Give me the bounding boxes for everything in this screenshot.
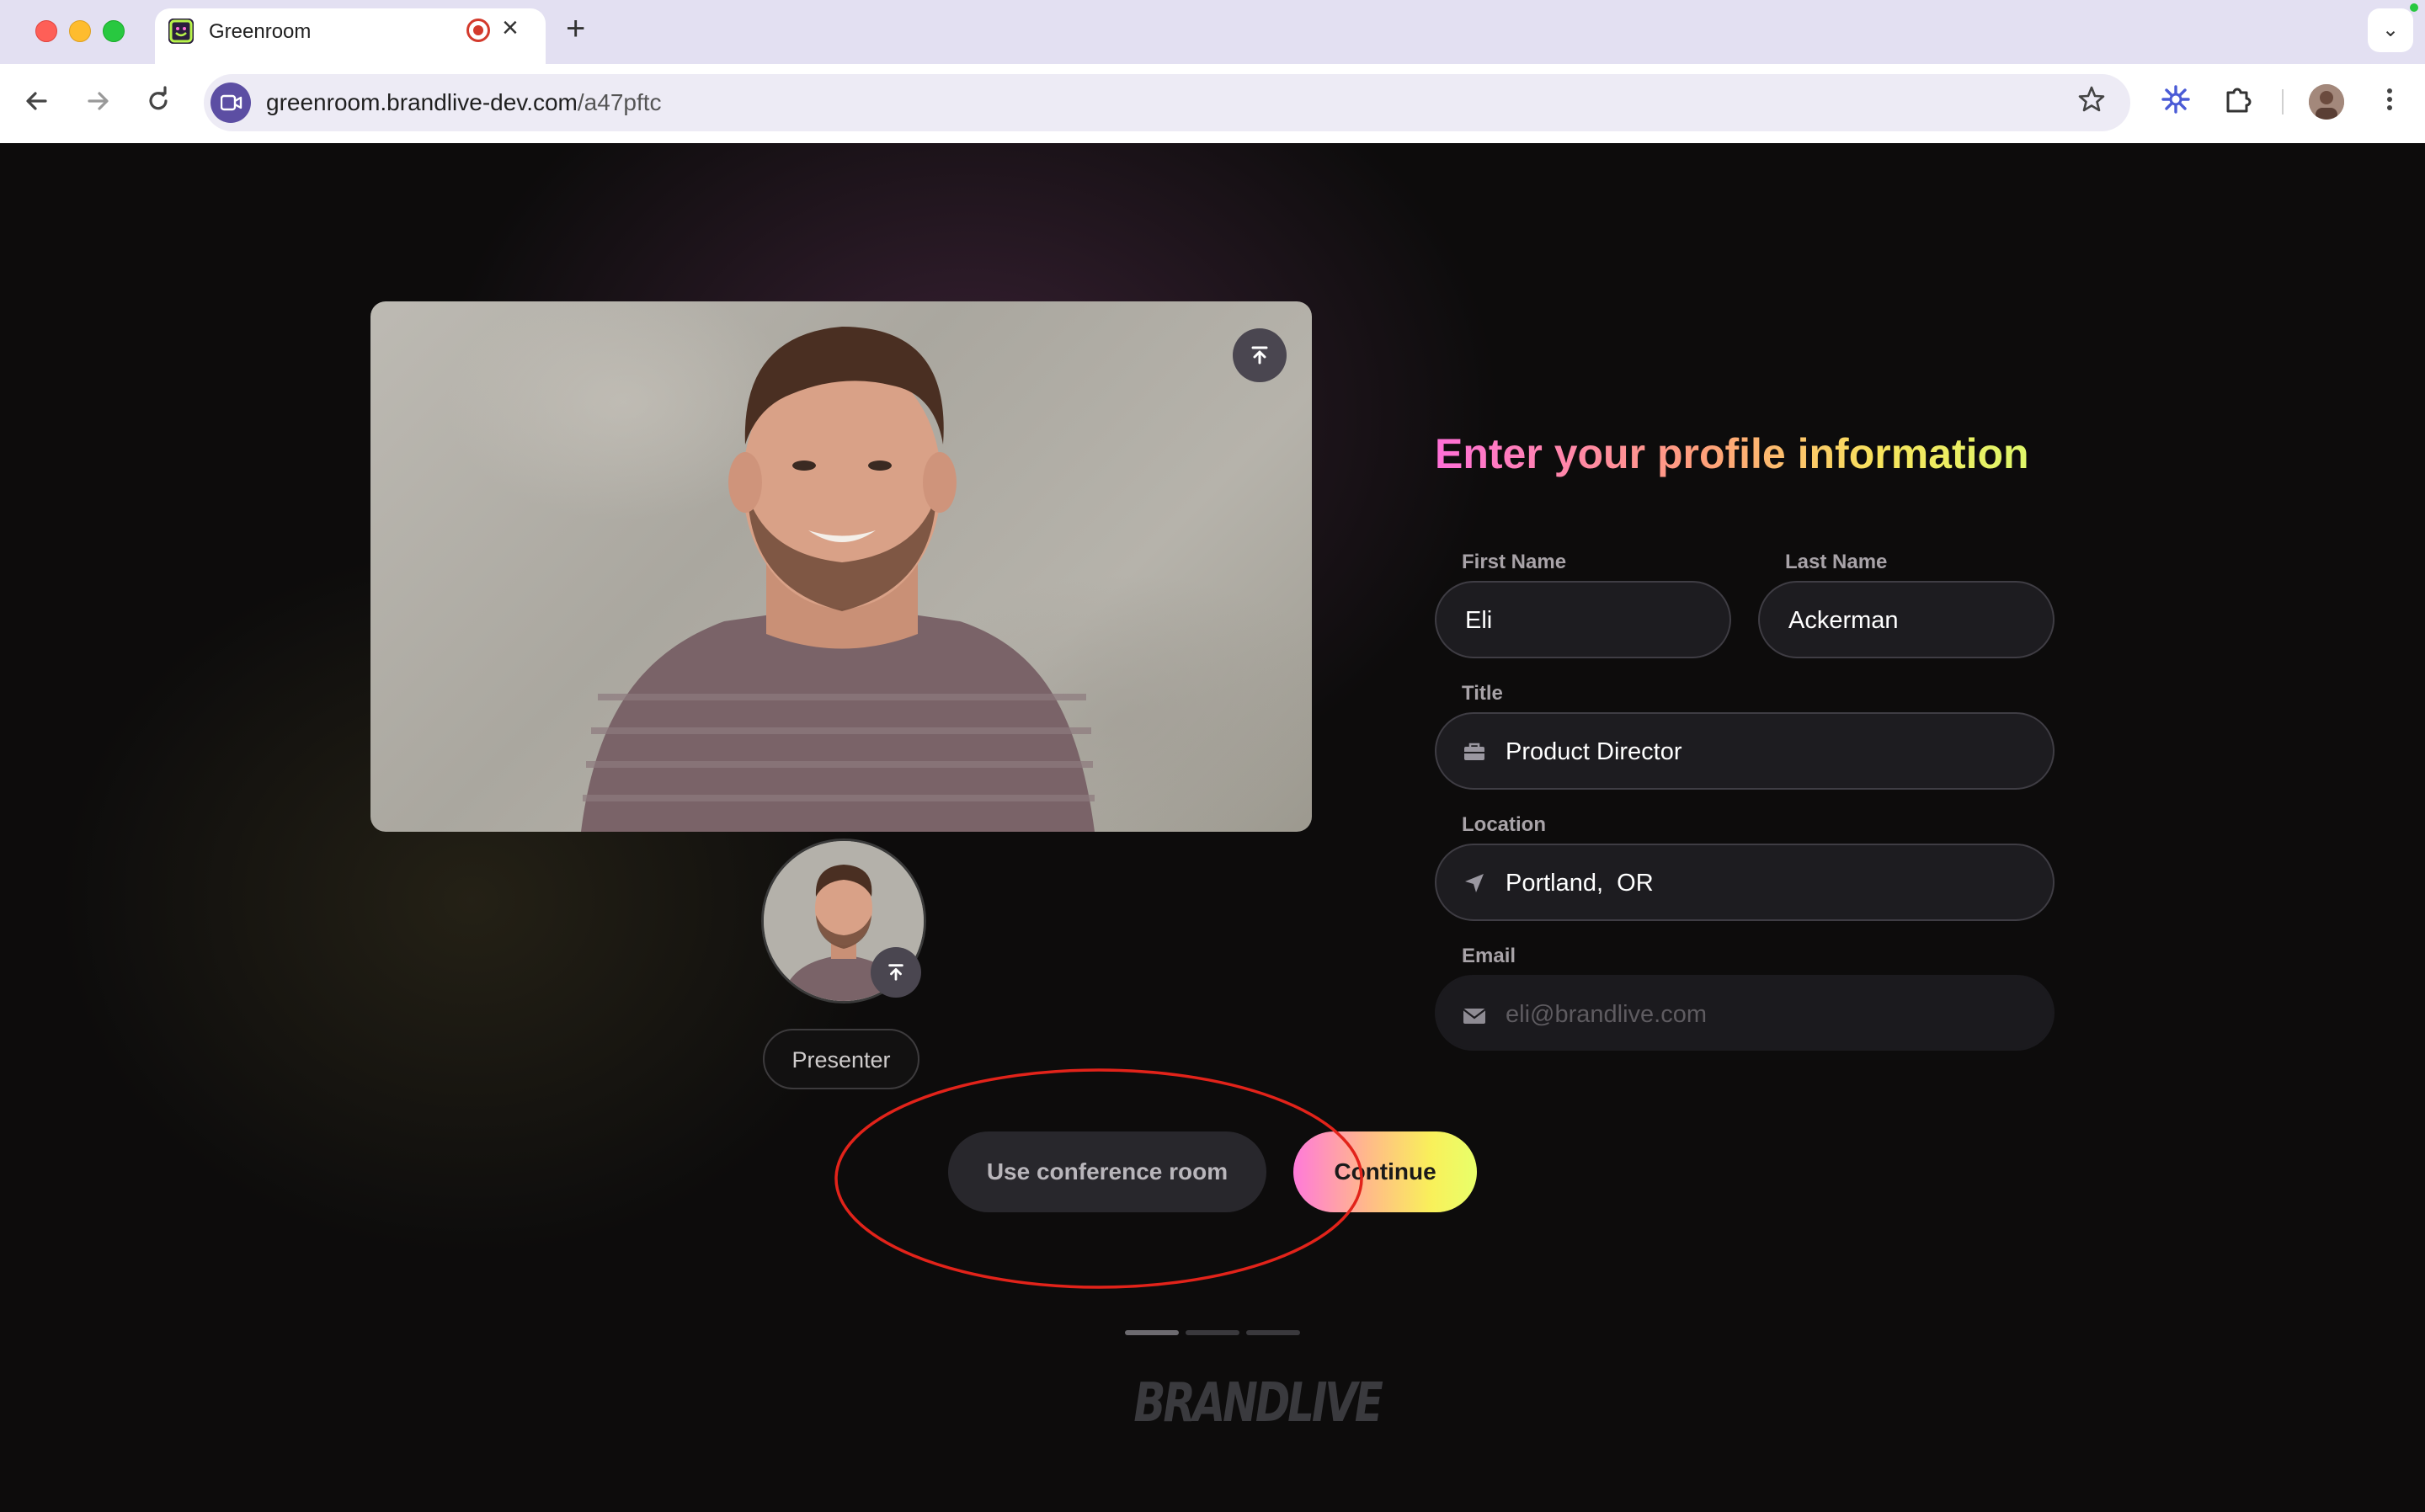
step-indicator-1 [1125, 1330, 1179, 1335]
upload-icon [1251, 346, 1268, 365]
upload-background-button[interactable] [1233, 328, 1287, 382]
star-icon[interactable] [2076, 84, 2107, 122]
toolbar-divider [2282, 89, 2284, 114]
mail-icon [1463, 1009, 1486, 1024]
url-path: /a47pftc [577, 89, 662, 115]
window-close-button[interactable] [35, 20, 57, 42]
briefcase-icon [1464, 743, 1484, 760]
url-text[interactable]: greenroom.brandlive-dev.com/a47pftc [266, 89, 662, 116]
last-name-field[interactable] [1758, 581, 2055, 658]
reload-icon[interactable] [141, 84, 175, 118]
last-name-input[interactable] [1787, 583, 2025, 658]
back-arrow-icon[interactable] [20, 84, 54, 118]
title-field[interactable] [1435, 712, 2055, 790]
browser-toolbar: greenroom.brandlive-dev.com/a47pftc [0, 64, 2425, 144]
profile-avatar[interactable] [2309, 84, 2344, 120]
first-name-field[interactable] [1435, 581, 1731, 658]
puzzle-icon[interactable] [2220, 83, 2257, 120]
first-name-input[interactable] [1463, 583, 1702, 658]
browser-tab-greenroom[interactable]: Greenroom × [155, 8, 546, 64]
last-name-label: Last Name [1785, 551, 1888, 573]
video-site-icon[interactable] [211, 83, 251, 123]
status-dot [2410, 3, 2418, 12]
extension-snowflake-icon[interactable] [2157, 83, 2194, 120]
first-name-label: First Name [1462, 551, 1567, 573]
location-input[interactable] [1504, 845, 2001, 921]
browser-tab-bar: Greenroom × + ⌄ [0, 0, 2425, 64]
address-bar[interactable]: greenroom.brandlive-dev.com/a47pftc [204, 74, 2130, 131]
tab-title: Greenroom [209, 20, 312, 43]
email-field[interactable] [1435, 975, 2055, 1052]
presenter-video-image [581, 327, 1095, 832]
tab-close-icon[interactable]: × [502, 13, 519, 42]
profile-form-heading: Enter your profile information [1435, 430, 2029, 477]
url-host: greenroom.brandlive-dev.com [266, 89, 578, 115]
new-tab-button[interactable]: + [566, 10, 585, 47]
recording-indicator-icon [466, 19, 490, 42]
step-indicator-3 [1246, 1330, 1300, 1335]
forward-arrow-icon[interactable] [81, 84, 115, 118]
title-input[interactable] [1504, 714, 2001, 790]
title-label: Title [1462, 682, 1503, 705]
brandlive-logo: BRANDLIVE [1133, 1372, 1383, 1435]
location-label: Location [1462, 813, 1546, 836]
camera-preview [370, 301, 1312, 832]
location-arrow-icon [1465, 874, 1484, 892]
email-input[interactable] [1504, 977, 2001, 1052]
email-label: Email [1462, 945, 1516, 967]
kebab-menu-icon[interactable] [2371, 83, 2408, 120]
annotation-ellipse [834, 1068, 1363, 1289]
window-maximize-button[interactable] [103, 20, 125, 42]
upload-icon [888, 964, 903, 981]
greenroom-favicon-icon [168, 19, 194, 44]
location-field[interactable] [1435, 844, 2055, 921]
step-indicator-2 [1186, 1330, 1239, 1335]
tab-search-dropdown-icon[interactable]: ⌄ [2368, 8, 2413, 52]
upload-avatar-button[interactable] [871, 947, 921, 998]
window-minimize-button[interactable] [69, 20, 91, 42]
